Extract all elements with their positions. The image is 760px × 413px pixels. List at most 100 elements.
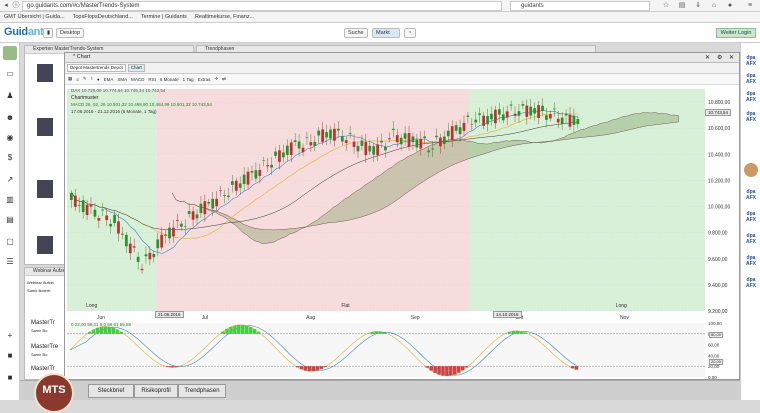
- timerange-select[interactable]: 6 Monate: [160, 77, 179, 82]
- bookmark-item[interactable]: GMT Übersicht | Guida...: [4, 14, 65, 20]
- candle-body: [219, 190, 222, 191]
- bell-icon[interactable]: ♟: [5, 91, 15, 101]
- markt-button[interactable]: Markt: [372, 28, 400, 38]
- candle-body: [348, 132, 352, 134]
- info-icon[interactable]: ⓘ: [12, 2, 20, 10]
- library-icon[interactable]: ▤: [678, 2, 686, 10]
- candle-body: [207, 201, 211, 204]
- candle-body: [289, 142, 293, 155]
- tab-depot[interactable]: Depot Mastertrends Depot: [67, 64, 126, 72]
- tab-trendphasen[interactable]: Trendphasen: [178, 384, 226, 398]
- candle-body: [179, 223, 183, 227]
- crosshair-icon[interactable]: ✛: [214, 76, 218, 82]
- menu-icon[interactable]: ≡: [746, 2, 754, 10]
- login-button[interactable]: Weiter Login: [716, 28, 756, 38]
- sma-button[interactable]: SMA: [117, 77, 127, 82]
- expert-photo: [37, 118, 53, 136]
- candle-body: [77, 204, 81, 206]
- x-tick-label: Aug: [306, 315, 315, 321]
- y-tick-label: 9.800,00: [708, 231, 728, 237]
- back-icon[interactable]: ◂: [2, 2, 10, 10]
- list-icon[interactable]: ☰: [5, 257, 15, 267]
- webinar-item[interactable]: MasterTr: [31, 366, 55, 372]
- dpa-afx-icon[interactable]: dpa AFX: [744, 111, 758, 123]
- desktop-button[interactable]: Desktop: [56, 28, 85, 38]
- list-icon[interactable]: ≡: [76, 77, 79, 82]
- candle-body: [89, 204, 93, 207]
- candle-body: [313, 141, 317, 146]
- dpa-afx-icon[interactable]: dpa AFX: [744, 233, 758, 245]
- star-icon[interactable]: ☆: [662, 2, 670, 10]
- y-tick-label: 9.400,00: [708, 283, 728, 289]
- suche-button[interactable]: Suche: [344, 28, 368, 38]
- candle-body: [446, 130, 450, 137]
- monitor-icon[interactable]: ▭: [5, 69, 15, 79]
- trend-icon[interactable]: ↗: [5, 175, 15, 185]
- webinar-item[interactable]: MasterTr: [31, 320, 55, 326]
- dpa-afx-icon[interactable]: dpa AFX: [744, 189, 758, 201]
- candle-body: [395, 135, 399, 143]
- candle-body: [391, 128, 395, 130]
- chart-tabs: Depot Mastertrends Depot Chart: [65, 63, 739, 74]
- addon-icon[interactable]: ●: [726, 2, 734, 10]
- dpa-afx-icon[interactable]: dpa AFX: [744, 73, 758, 85]
- pen-icon[interactable]: ✎: [83, 76, 87, 82]
- webinar-item[interactable]: Samir Bo: [31, 328, 47, 333]
- dpa-afx-icon[interactable]: dpa AFX: [744, 255, 758, 267]
- macd-button[interactable]: MACD: [131, 77, 144, 82]
- dpa-afx-icon[interactable]: dpa AFX: [744, 55, 758, 67]
- webinar-item[interactable]: MasterTre: [31, 344, 58, 350]
- eye-icon[interactable]: ◉: [5, 133, 15, 143]
- home-icon[interactable]: ⌂: [710, 2, 718, 10]
- download-icon[interactable]: ⇓: [694, 2, 702, 10]
- rsi-button[interactable]: RSI: [148, 77, 156, 82]
- price-chart[interactable]: 10.800,00 10.600,00 10.400,00 10.200,00 10.0…: [65, 85, 739, 379]
- ema-button[interactable]: EMA: [104, 77, 114, 82]
- chart-window-title: * Chart: [65, 53, 739, 63]
- news-icon[interactable]: ▤: [5, 215, 15, 225]
- candle-body: [101, 209, 105, 211]
- candle-body: [156, 239, 160, 249]
- url-input[interactable]: go.guidants.com/#c/MasterTrends-System: [22, 1, 502, 11]
- bookmark-item[interactable]: Termine | Guidants: [141, 14, 187, 20]
- user-icon[interactable]: ☻: [5, 113, 15, 123]
- phase-background: [67, 89, 157, 311]
- candle-body: [505, 111, 509, 118]
- candle-body: [278, 150, 281, 162]
- draw-icon[interactable]: ⌇: [91, 76, 93, 82]
- dot-icon[interactable]: ●: [97, 77, 100, 82]
- webinar-item[interactable]: Samir Bo: [31, 352, 47, 357]
- webinar-tab[interactable]: Samir Boterb.: [27, 288, 51, 293]
- speed-icon[interactable]: ◔: [404, 28, 416, 38]
- webinar-tab[interactable]: Webinar Aufzei: [27, 280, 54, 285]
- dpa-afx-icon[interactable]: dpa AFX: [744, 277, 758, 289]
- folder-icon[interactable]: ■: [5, 373, 15, 383]
- close-icon[interactable]: ✕: [705, 54, 710, 61]
- folder-icon[interactable]: ■: [5, 351, 15, 361]
- interval-select[interactable]: 1 Tag: [183, 77, 194, 82]
- bookmark-item[interactable]: Realtimekurse, Finanz...: [195, 14, 254, 20]
- tab-steckbrief[interactable]: Steckbrief: [88, 384, 134, 398]
- bookmark-item[interactable]: TopsFlopsDeutschland...: [73, 14, 133, 20]
- screen-icon[interactable]: ▢: [5, 237, 15, 247]
- window-close-icon[interactable]: ✕: [729, 54, 734, 61]
- candle-body: [266, 165, 270, 167]
- dollar-icon[interactable]: $: [5, 153, 15, 163]
- grid-icon[interactable]: ▦: [68, 76, 72, 82]
- dpa-afx-icon[interactable]: dpa AFX: [744, 211, 758, 223]
- avatar[interactable]: [744, 163, 758, 177]
- browser-search-input[interactable]: guidants: [510, 1, 650, 11]
- extras-select[interactable]: Extras: [198, 77, 211, 82]
- dpa-afx-icon[interactable]: dpa AFX: [744, 91, 758, 103]
- candle-body: [160, 234, 164, 248]
- right-sidebar: dpa AFX dpa AFX dpa AFX dpa AFX dpa AFX dpa AF…: [740, 43, 760, 400]
- tab-risikoprofil[interactable]: Risikoprofil: [134, 384, 178, 398]
- bookmark-icon[interactable]: ▮: [43, 28, 53, 38]
- compare-icon[interactable]: ⇄: [222, 76, 226, 82]
- add-icon[interactable]: +: [5, 331, 15, 341]
- gear-icon[interactable]: ⚙: [717, 54, 722, 61]
- book-icon[interactable]: ▥: [5, 195, 15, 205]
- candle-body: [537, 105, 540, 118]
- tab-chart[interactable]: Chart: [127, 64, 145, 72]
- avatar[interactable]: [3, 46, 17, 60]
